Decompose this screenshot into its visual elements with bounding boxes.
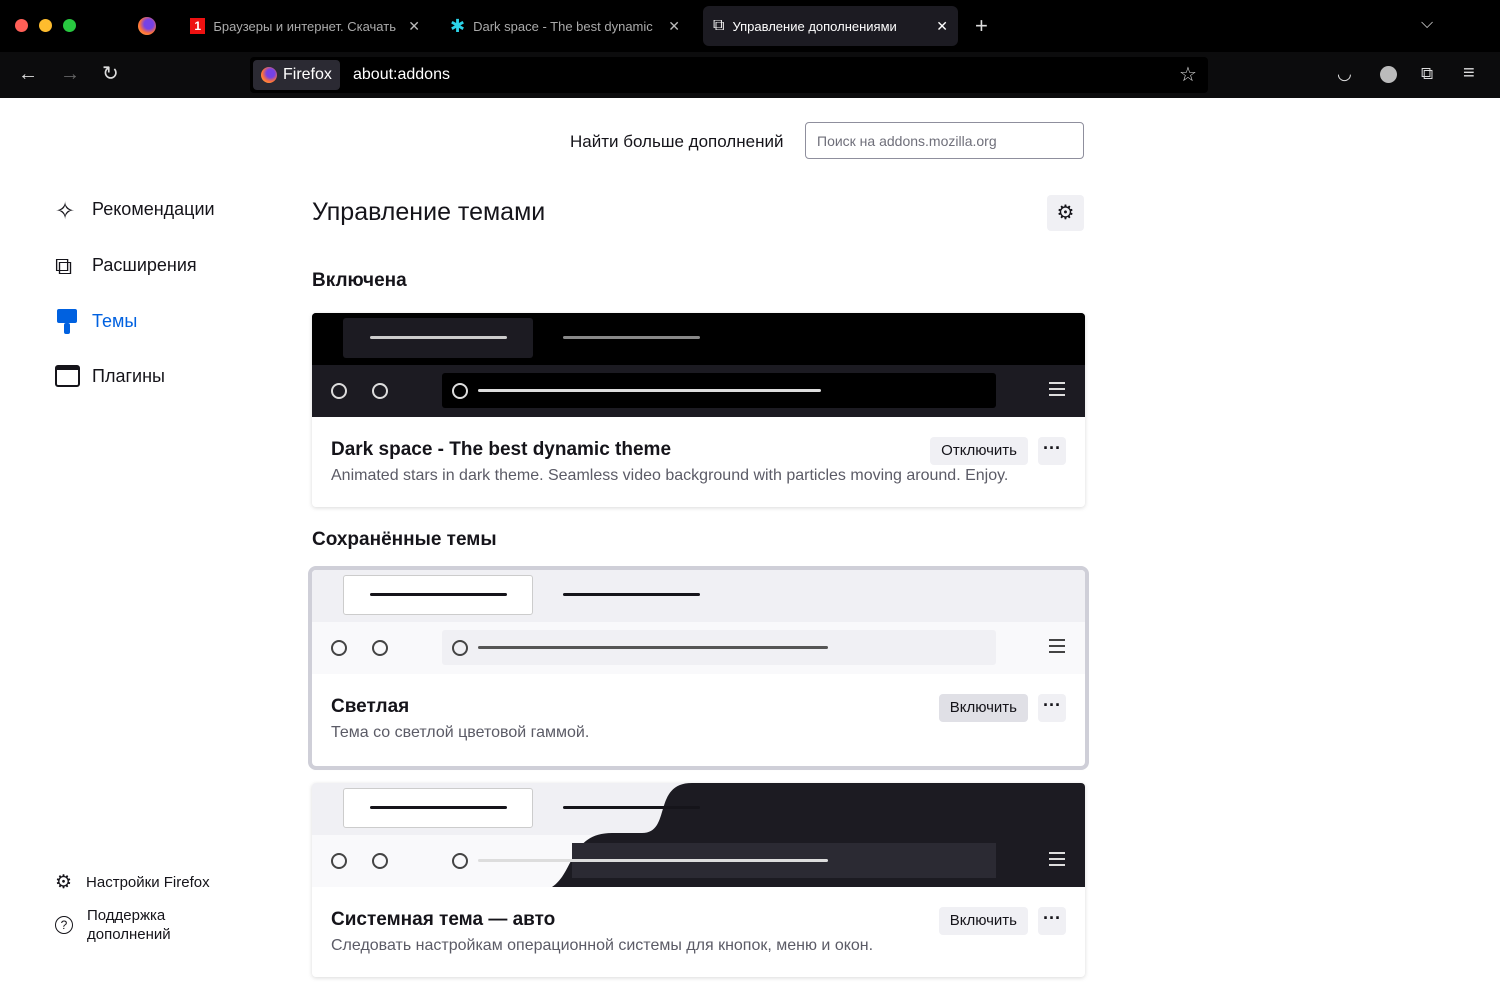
- tab-addons[interactable]: ⧉ Управление дополнениями ✕: [703, 6, 958, 46]
- theme-card-light: Светлая Тема со светлой цветовой гаммой.…: [308, 566, 1089, 770]
- brush-icon: [55, 309, 80, 334]
- tab-softportal[interactable]: 1 Браузеры и интернет. Скачать ✕: [180, 6, 430, 46]
- url-text[interactable]: about:addons: [353, 66, 450, 84]
- sidebar-item-extensions[interactable]: ⧉ Расширения: [55, 253, 197, 280]
- new-tab-button[interactable]: +: [975, 15, 988, 37]
- nav-bar: ← → ↻ Firefox about:addons ☆ ◡ ⧉ ≡: [0, 52, 1500, 98]
- sparkle-icon: ✧: [55, 198, 76, 225]
- forward-button[interactable]: →: [60, 64, 80, 84]
- sidebar-item-plugins[interactable]: Плагины: [55, 365, 165, 387]
- identity-badge[interactable]: Firefox: [253, 60, 340, 90]
- puzzle-icon: ⧉: [713, 17, 725, 34]
- more-options-button[interactable]: ···: [1038, 694, 1066, 722]
- saved-heading: Сохранённые темы: [312, 529, 497, 550]
- addons-search-input[interactable]: [805, 122, 1084, 159]
- tools-gear-button[interactable]: ⚙: [1047, 195, 1084, 231]
- back-button[interactable]: ←: [18, 64, 38, 84]
- gear-icon: ⚙: [55, 872, 73, 893]
- minimize-window-button[interactable]: [39, 19, 52, 32]
- find-more-label: Найти больше дополнений: [570, 132, 784, 151]
- extensions-puzzle-icon[interactable]: ⧉: [1421, 64, 1433, 84]
- more-options-button[interactable]: ···: [1038, 437, 1066, 465]
- sidebar-item-themes[interactable]: Темы: [55, 309, 137, 334]
- firefox-settings-link[interactable]: ⚙ Настройки Firefox: [55, 871, 210, 894]
- bookmark-star-icon[interactable]: ☆: [1179, 65, 1197, 85]
- sidebar-item-recommendations[interactable]: ✧ Рекомендации: [55, 197, 215, 225]
- plugin-icon: [55, 365, 80, 387]
- url-bar[interactable]: Firefox about:addons ☆: [250, 57, 1208, 93]
- dark-space-icon: ✱: [450, 15, 466, 36]
- account-avatar[interactable]: [1380, 66, 1397, 83]
- firefox-view-icon[interactable]: [138, 17, 156, 35]
- close-tab-icon[interactable]: ✕: [936, 18, 948, 35]
- more-options-button[interactable]: ···: [1038, 907, 1066, 935]
- disable-button[interactable]: Отключить: [930, 437, 1028, 465]
- theme-card-system-auto: Системная тема — авто Следовать настройк…: [312, 783, 1085, 977]
- theme-description: Тема со светлой цветовой гаммой.: [331, 724, 590, 741]
- zoom-window-button[interactable]: [63, 19, 76, 32]
- theme-preview: [312, 570, 1085, 674]
- close-window-button[interactable]: [15, 19, 28, 32]
- theme-preview: [312, 783, 1085, 887]
- theme-card-dark-space: Dark space - The best dynamic theme Anim…: [312, 313, 1085, 507]
- theme-preview: [312, 313, 1085, 417]
- softportal-icon: 1: [190, 18, 206, 34]
- help-icon: ?: [55, 916, 73, 934]
- pocket-icon[interactable]: ◡: [1337, 64, 1352, 84]
- page-title: Управление темами: [312, 198, 546, 226]
- list-tabs-button[interactable]: ⌵: [1421, 14, 1433, 34]
- reload-button[interactable]: ↻: [102, 64, 119, 84]
- close-tab-icon[interactable]: ✕: [668, 18, 680, 35]
- enable-button[interactable]: Включить: [938, 694, 1028, 722]
- enabled-heading: Включена: [312, 270, 407, 291]
- enable-button[interactable]: Включить: [938, 907, 1028, 935]
- addons-support-link[interactable]: ? Поддержка дополнений: [55, 906, 197, 944]
- tab-dark-space[interactable]: ✱ Dark space - The best dynamic ✕: [440, 6, 690, 46]
- menu-hamburger-icon[interactable]: ≡: [1463, 63, 1475, 83]
- tab-bar: 1 Браузеры и интернет. Скачать ✕ ✱ Dark s…: [0, 0, 1500, 52]
- browser-chrome: 1 Браузеры и интернет. Скачать ✕ ✱ Dark s…: [0, 0, 1500, 98]
- firefox-icon: [261, 67, 277, 83]
- puzzle-icon: ⧉: [55, 253, 73, 280]
- theme-description: Следовать настройкам операционной систем…: [331, 937, 874, 954]
- close-tab-icon[interactable]: ✕: [408, 18, 420, 35]
- theme-description: Animated stars in dark theme. Seamless v…: [331, 467, 1009, 484]
